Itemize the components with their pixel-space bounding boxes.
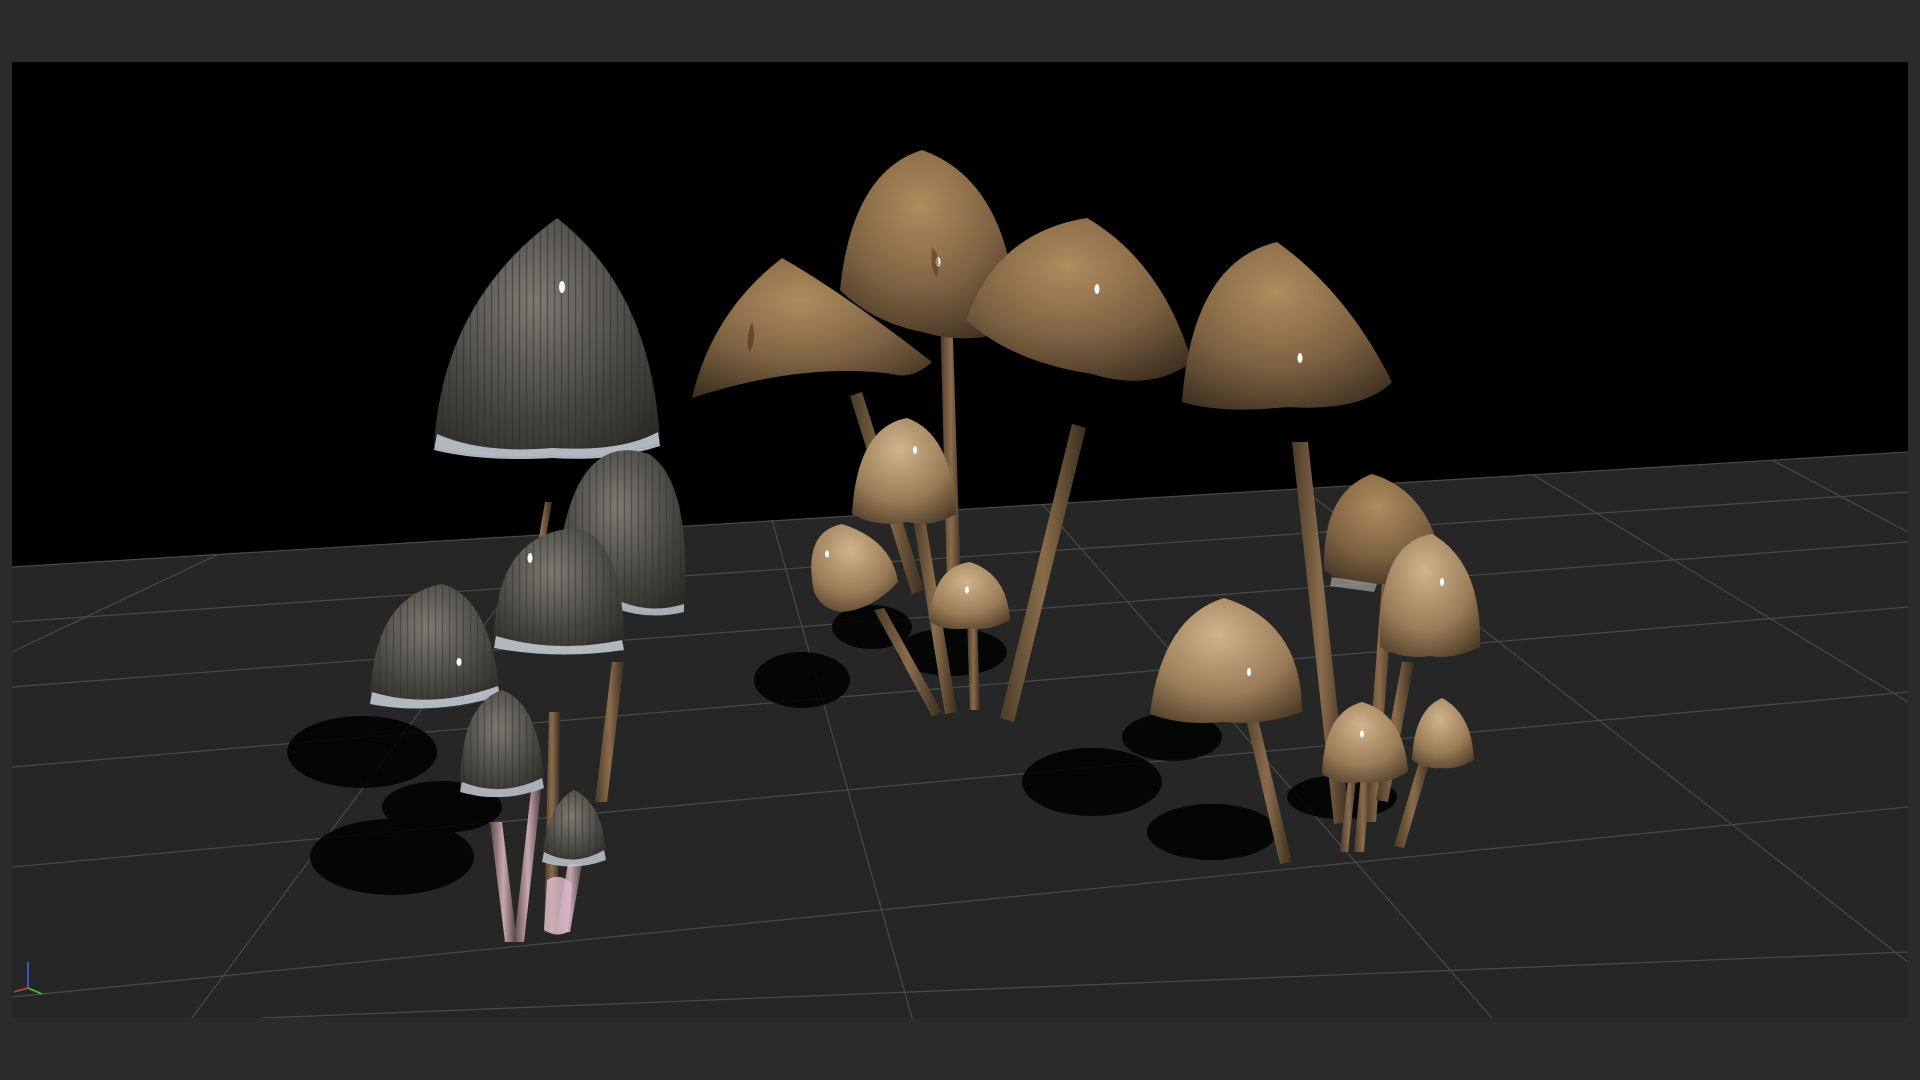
viewport-canvas[interactable] — [12, 62, 1908, 1018]
mushroom-stem-base — [544, 876, 572, 935]
app-window — [0, 0, 1920, 1080]
3d-viewport[interactable] — [12, 62, 1908, 1018]
